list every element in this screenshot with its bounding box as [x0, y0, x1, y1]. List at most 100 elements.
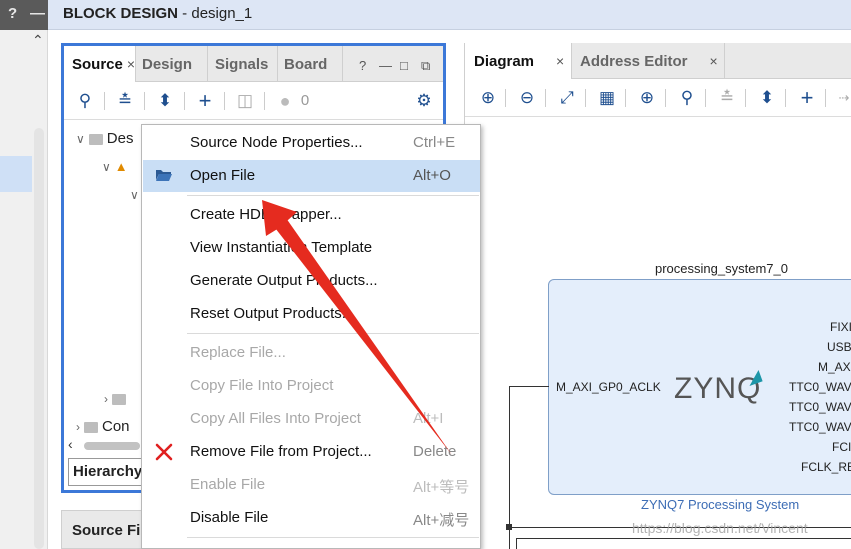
block-output-port[interactable]: FIXI — [830, 320, 851, 334]
gear-icon[interactable]: ⚙ — [413, 90, 435, 112]
separator — [705, 89, 706, 107]
add-sources-icon[interactable]: + — [194, 90, 216, 112]
folder-icon — [112, 393, 126, 405]
tab-diagram[interactable]: Diagram × — [465, 43, 572, 79]
tree-item-constraints[interactable]: › Con — [76, 418, 130, 435]
close-icon[interactable]: × — [710, 53, 718, 69]
context-menu: Source Node Properties... Ctrl+E Open Fi… — [141, 124, 481, 549]
more-tools-icon[interactable]: ⇢ — [833, 87, 851, 109]
zoom-in-icon[interactable]: ⊕ — [477, 87, 499, 109]
search-icon[interactable]: ⚲ — [74, 90, 96, 112]
menu-item-generate-output-products[interactable]: Generate Output Products... — [143, 265, 480, 297]
minimize-icon[interactable]: — — [379, 58, 392, 73]
block-output-port[interactable]: USB — [827, 340, 851, 354]
separator — [545, 89, 546, 107]
tree-item-design-1[interactable]: ∨ ▲ — [102, 158, 128, 175]
search-icon[interactable]: ⚲ — [676, 87, 698, 109]
minimize-icon[interactable]: — — [30, 5, 45, 22]
wire — [516, 538, 851, 539]
chevron-right-icon[interactable]: › — [76, 420, 80, 434]
separator — [104, 92, 105, 110]
block-output-port[interactable]: FCI — [832, 440, 851, 454]
block-design-icon: ▲ — [114, 159, 128, 174]
menu-item-enable-file[interactable]: Enable File Alt+等号 — [143, 469, 480, 501]
left-panel-header: ? — — [0, 0, 48, 30]
selected-row[interactable] — [0, 156, 32, 192]
menu-item-replace-file[interactable]: Replace File... — [143, 337, 480, 369]
separator — [665, 89, 666, 107]
target-icon[interactable]: ⊕ — [636, 87, 658, 109]
page-title: BLOCK DESIGN - design_1 — [63, 5, 253, 22]
menu-separator — [187, 195, 479, 196]
separator — [264, 92, 265, 110]
error-count: 0 — [300, 92, 310, 109]
menu-item-view-instantiation-template[interactable]: View Instantiation Template — [143, 232, 480, 264]
tab-board[interactable]: Board — [278, 46, 343, 82]
menu-item-copy-all-files-into-project[interactable]: Copy All Files Into Project Alt+I — [143, 403, 480, 435]
zoom-fit-icon[interactable]: ⤢ — [556, 87, 578, 109]
red-x-icon — [155, 443, 173, 461]
block-output-port[interactable]: TTC0_WAV — [789, 400, 851, 414]
menu-item-open-file[interactable]: Open File Alt+O — [143, 160, 480, 192]
help-icon[interactable]: ? — [359, 58, 366, 73]
wire — [516, 538, 517, 549]
zoom-selection-icon[interactable]: ▦ — [596, 87, 618, 109]
block-input-port[interactable]: M_AXI_GP0_ACLK — [556, 380, 661, 394]
menu-item-remove-file-from-project[interactable]: Remove File from Project... Delete — [143, 436, 480, 468]
tree-item-collapsed[interactable]: › — [104, 390, 130, 407]
collapse-all-icon[interactable]: ≛ — [716, 87, 738, 109]
diagram-tab-row: Diagram × Address Editor × — [465, 43, 851, 79]
menu-item-reset-output-products[interactable]: Reset Output Products... — [143, 298, 480, 330]
sources-toolbar: ⚲ ≛ ⬍ + ◫ ● 0 ⚙ — [64, 82, 443, 120]
tree-item-child[interactable]: ∨ — [130, 186, 139, 203]
menu-item-disable-file[interactable]: Disable File Alt+减号 — [143, 502, 480, 534]
chevron-right-icon[interactable]: › — [104, 392, 108, 406]
close-icon[interactable]: × — [127, 56, 135, 72]
scroll-up-icon[interactable]: ⌃ — [32, 32, 44, 49]
float-icon[interactable]: ⧉ — [421, 58, 430, 74]
menu-item-create-hdl-wrapper[interactable]: Create HDL Wrapper... — [143, 199, 480, 231]
block-output-port[interactable]: TTC0_WAV — [789, 380, 851, 394]
block-design-title-bar: BLOCK DESIGN - design_1 — [48, 0, 851, 30]
chevron-down-icon[interactable]: ∨ — [130, 188, 139, 202]
properties-icon[interactable]: ◫ — [234, 90, 256, 112]
separator — [745, 89, 746, 107]
separator — [144, 92, 145, 110]
separator — [785, 89, 786, 107]
scroll-left-icon[interactable]: ‹ — [68, 436, 73, 452]
tree-item-design-sources[interactable]: ∨ Des — [76, 130, 133, 147]
horizontal-scrollbar[interactable]: ‹ — [66, 436, 146, 452]
menu-item-copy-file-into-project[interactable]: Copy File Into Project — [143, 370, 480, 402]
separator — [184, 92, 185, 110]
scrollbar-thumb[interactable] — [84, 442, 140, 450]
expand-all-icon[interactable]: ⬍ — [154, 90, 176, 112]
block-output-port[interactable]: TTC0_WAV — [789, 420, 851, 434]
tab-design[interactable]: Design — [136, 46, 208, 82]
close-icon[interactable]: × — [556, 53, 564, 69]
diagram-toolbar: ⊕ ⊖ ⤢ ▦ ⊕ ⚲ ≛ ⬍ + ⇢ — [465, 79, 851, 117]
zoom-out-icon[interactable]: ⊖ — [516, 87, 538, 109]
tab-signals[interactable]: Signals — [208, 46, 278, 82]
add-ip-icon[interactable]: + — [796, 87, 818, 109]
left-panel-strip: ? — ⌃ — [0, 0, 48, 549]
collapse-all-icon[interactable]: ≛ — [114, 90, 136, 112]
block-output-port[interactable]: FCLK_RE — [801, 460, 851, 474]
tab-hierarchy[interactable]: Hierarchy — [68, 458, 146, 486]
maximize-icon[interactable]: □ — [400, 58, 408, 73]
folder-icon — [84, 421, 98, 433]
separator — [505, 89, 506, 107]
separator — [825, 89, 826, 107]
chevron-down-icon[interactable]: ∨ — [102, 160, 111, 174]
vertical-scrollbar[interactable] — [34, 128, 44, 549]
status-dot-icon: ● — [279, 91, 291, 111]
block-output-port[interactable]: M_AX — [818, 360, 851, 374]
menu-item-source-node-properties[interactable]: Source Node Properties... Ctrl+E — [143, 127, 480, 159]
watermark: https://blog.csdn.net/Vincent — [632, 520, 808, 536]
tab-address-editor[interactable]: Address Editor × — [572, 43, 725, 79]
expand-all-icon[interactable]: ⬍ — [756, 87, 778, 109]
help-icon[interactable]: ? — [8, 5, 17, 22]
separator — [585, 89, 586, 107]
tab-sources[interactable]: Source × — [64, 46, 136, 82]
tab-source-file-properties[interactable]: Source Fi — [61, 510, 151, 549]
chevron-down-icon[interactable]: ∨ — [76, 132, 85, 146]
